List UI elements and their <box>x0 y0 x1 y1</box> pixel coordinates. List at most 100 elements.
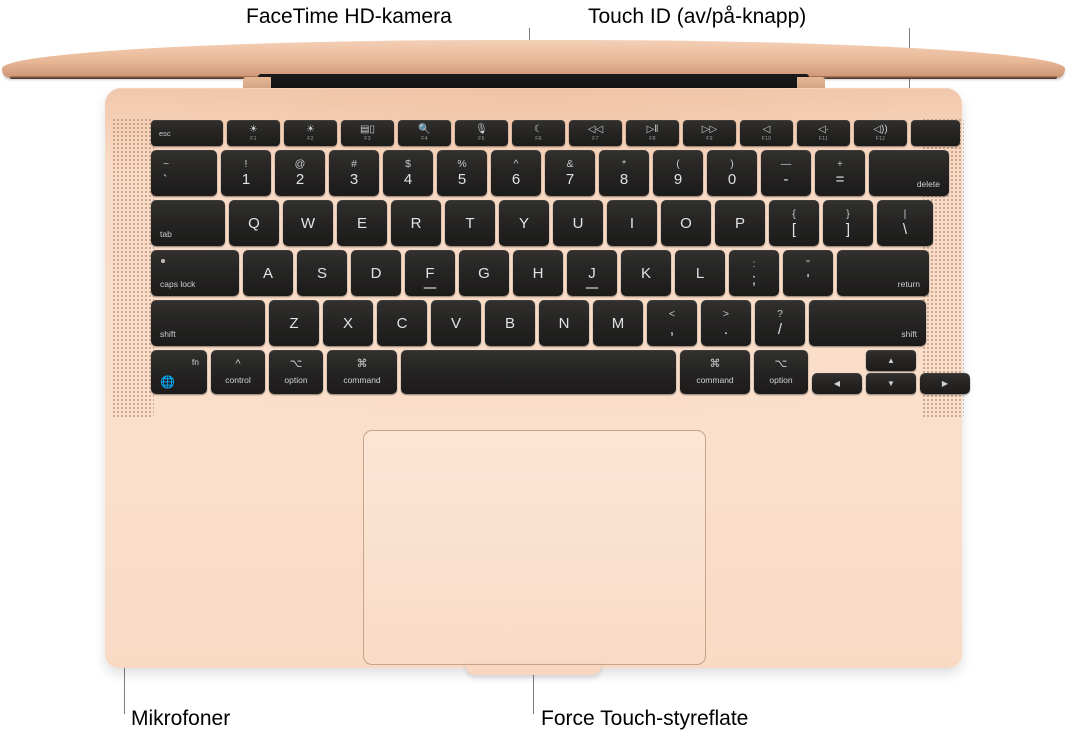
key-x[interactable]: X <box>323 300 373 346</box>
key-label-option-left: option <box>284 375 308 385</box>
key-f[interactable]: F <box>405 250 455 296</box>
key-f4[interactable]: 🔍 F4 <box>398 120 451 146</box>
icon-command-right-symbol: ⌘ <box>709 358 721 370</box>
key-arrow-right[interactable]: ▶ <box>920 373 970 394</box>
key-one[interactable]: ! 1 <box>221 150 271 196</box>
key-bracket-right[interactable]: }] <box>823 200 873 246</box>
key-option-right[interactable]: ⌥ option <box>754 350 808 394</box>
key-label-p: P <box>734 214 745 232</box>
key-upper-minus: — <box>780 158 792 170</box>
key-comma[interactable]: <, <box>647 300 697 346</box>
key-shift-left[interactable]: shift <box>151 300 265 346</box>
key-f5[interactable]: 🎙 F5 <box>455 120 508 146</box>
key-tab[interactable]: tab <box>151 200 225 246</box>
key-f8[interactable]: ▷‖ F8 <box>626 120 679 146</box>
icon-f4: 🔍 <box>418 123 431 135</box>
key-b[interactable]: B <box>485 300 535 346</box>
key-u[interactable]: U <box>553 200 603 246</box>
key-f10[interactable]: ◁ F10 <box>740 120 793 146</box>
key-zero[interactable]: ) 0 <box>707 150 757 196</box>
key-command-right[interactable]: ⌘ command <box>680 350 750 394</box>
icon-command-left-symbol: ⌘ <box>356 358 368 370</box>
key-label-i: I <box>629 214 635 232</box>
key-delete[interactable]: delete <box>869 150 949 196</box>
key-return[interactable]: return <box>837 250 929 296</box>
key-esc[interactable]: esc <box>151 120 223 146</box>
key-q[interactable]: Q <box>229 200 279 246</box>
key-label-j: J <box>588 264 596 282</box>
key-seven[interactable]: & 7 <box>545 150 595 196</box>
icon-option-left-symbol: ⌥ <box>289 358 303 370</box>
caps-lock-indicator <box>161 259 165 263</box>
key-w[interactable]: W <box>283 200 333 246</box>
key-e[interactable]: E <box>337 200 387 246</box>
key-f12[interactable]: ◁)) F12 <box>854 120 907 146</box>
key-v[interactable]: V <box>431 300 481 346</box>
key-arrow-left[interactable]: ◀ <box>812 373 862 394</box>
key-p[interactable]: P <box>715 200 765 246</box>
key-grave[interactable]: ~ ` <box>151 150 217 196</box>
key-label-e: E <box>356 214 367 232</box>
home-position-bar-j <box>585 287 599 289</box>
key-t[interactable]: T <box>445 200 495 246</box>
icon-option-right-symbol: ⌥ <box>774 358 788 370</box>
key-g[interactable]: G <box>459 250 509 296</box>
key-z[interactable]: Z <box>269 300 319 346</box>
key-upper-bracket-left: { <box>792 208 796 220</box>
key-semicolon[interactable]: :; <box>729 250 779 296</box>
key-shift-right[interactable]: shift <box>809 300 926 346</box>
key-f11[interactable]: ◁· F11 <box>797 120 850 146</box>
key-five[interactable]: % 5 <box>437 150 487 196</box>
key-y[interactable]: Y <box>499 200 549 246</box>
key-arrow-down[interactable]: ▼ <box>866 373 916 394</box>
key-f9[interactable]: ▷▷ F9 <box>683 120 736 146</box>
key-quote[interactable]: " ' <box>783 250 833 296</box>
key-arrow-up[interactable]: ▲ <box>866 350 916 371</box>
key-n[interactable]: N <box>539 300 589 346</box>
key-k[interactable]: K <box>621 250 671 296</box>
key-two[interactable]: @2 <box>275 150 325 196</box>
force-touch-trackpad[interactable] <box>363 430 706 665</box>
icon-f5: 🎙 <box>475 123 488 135</box>
key-touch-id[interactable] <box>911 120 960 146</box>
key-f2[interactable]: ☀ F2 <box>284 120 337 146</box>
key-command-left[interactable]: ⌘ command <box>327 350 397 394</box>
key-h[interactable]: H <box>513 250 563 296</box>
key-upper-comma: < <box>668 308 676 320</box>
key-a[interactable]: A <box>243 250 293 296</box>
key-c[interactable]: C <box>377 300 427 346</box>
key-f7[interactable]: ◁◁ F7 <box>569 120 622 146</box>
icon-control-symbol: ^ <box>235 358 241 370</box>
key-equal[interactable]: + = <box>815 150 865 196</box>
key-f3[interactable]: ▤▯ F3 <box>341 120 394 146</box>
key-o[interactable]: O <box>661 200 711 246</box>
key-s[interactable]: S <box>297 250 347 296</box>
key-space[interactable] <box>401 350 676 394</box>
key-f6[interactable]: ☾ F6 <box>512 120 565 146</box>
key-option-left[interactable]: ⌥ option <box>269 350 323 394</box>
key-nine[interactable]: (9 <box>653 150 703 196</box>
callout-facetime-camera: FaceTime HD-kamera <box>246 5 452 28</box>
key-l[interactable]: L <box>675 250 725 296</box>
key-r[interactable]: R <box>391 200 441 246</box>
key-bracket-left[interactable]: {[ <box>769 200 819 246</box>
key-upper-grave: ~ <box>163 158 170 170</box>
key-eight[interactable]: * 8 <box>599 150 649 196</box>
key-control[interactable]: ^ control <box>211 350 265 394</box>
key-period[interactable]: >. <box>701 300 751 346</box>
key-minus[interactable]: — - <box>761 150 811 196</box>
key-backslash[interactable]: | \ <box>877 200 933 246</box>
icon-arrow-down: ▼ <box>887 378 895 388</box>
key-caps-lock[interactable]: caps lock <box>151 250 239 296</box>
key-slash[interactable]: ? / <box>755 300 805 346</box>
key-fn[interactable]: fn 🌐 <box>151 350 207 394</box>
key-i[interactable]: I <box>607 200 657 246</box>
key-three[interactable]: #3 <box>329 150 379 196</box>
key-lower-quote: ' <box>806 271 810 288</box>
key-six[interactable]: ^ 6 <box>491 150 541 196</box>
key-m[interactable]: M <box>593 300 643 346</box>
key-d[interactable]: D <box>351 250 401 296</box>
key-four[interactable]: $4 <box>383 150 433 196</box>
key-f1[interactable]: ☀ F1 <box>227 120 280 146</box>
key-j[interactable]: J <box>567 250 617 296</box>
